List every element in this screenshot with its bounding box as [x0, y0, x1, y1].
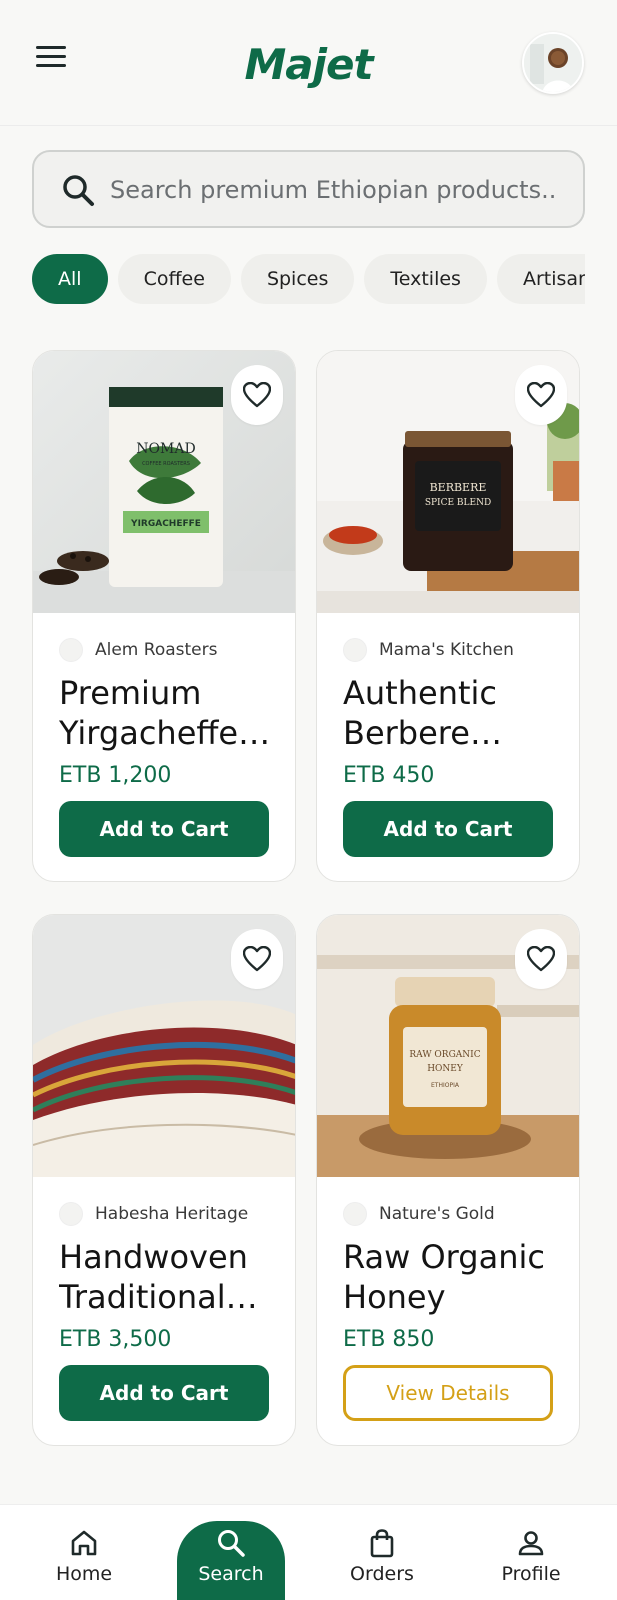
product-title[interactable]: Raw Organic Honey [343, 1237, 563, 1317]
category-chip-all[interactable]: All [32, 254, 108, 304]
nav-tab-orders[interactable]: Orders [322, 1527, 442, 1585]
nav-tab-home[interactable]: Home [24, 1527, 144, 1585]
category-chip-coffee[interactable]: Coffee [117, 254, 231, 304]
vendor-logo-icon [343, 1202, 367, 1226]
product-title-line: Berbere… [343, 714, 502, 752]
nav-label-profile: Profile [501, 1563, 561, 1585]
vendor-info: Habesha Heritage [59, 1201, 248, 1227]
product-price: ETB 850 [343, 1327, 435, 1352]
product-title-line: Yirgacheffe… [59, 714, 271, 752]
favorite-heart-icon[interactable] [231, 365, 283, 425]
vendor-info: Nature's Gold [343, 1201, 495, 1227]
category-chip-textiles[interactable]: Textiles [364, 254, 487, 304]
category-chip-artisan[interactable]: Artisan [496, 254, 585, 304]
search-bar [32, 150, 585, 228]
jar-label-line-2: HONEY [427, 1064, 464, 1074]
add-to-cart-button[interactable]: Add to Cart [59, 801, 269, 857]
product-title-line: Authentic [343, 674, 497, 712]
vendor-logo-icon [59, 1202, 83, 1226]
vendor-name: Alem Roasters [95, 640, 218, 660]
vendor-name: Mama's Kitchen [379, 640, 514, 660]
product-title-line: Premium [59, 674, 202, 712]
search-icon [218, 1530, 245, 1557]
vendor-name: Nature's Gold [379, 1204, 495, 1224]
vendor-logo-icon [343, 638, 367, 662]
category-filter-bar: All Coffee Spices Textiles Artisan [32, 254, 585, 306]
product-price: ETB 450 [343, 763, 435, 788]
package-brand-text: NOMAD [136, 441, 195, 457]
nav-label-orders: Orders [350, 1563, 414, 1585]
app-header: Majet [0, 0, 617, 126]
jar-label-line-3: ETHIOPIA [431, 1082, 460, 1089]
person-icon [518, 1531, 544, 1556]
favorite-heart-icon[interactable] [231, 929, 283, 989]
product-price: ETB 3,500 [59, 1327, 172, 1352]
nav-tab-profile[interactable]: Profile [471, 1527, 591, 1585]
add-to-cart-button[interactable]: Add to Cart [59, 1365, 269, 1421]
product-title-line: Handwoven [59, 1238, 248, 1276]
bottom-navigation: Home Search Orders Profile [0, 1504, 617, 1600]
vendor-logo-icon [59, 638, 83, 662]
nav-label-home: Home [55, 1563, 113, 1585]
vendor-name: Habesha Heritage [95, 1204, 249, 1224]
profile-avatar[interactable] [522, 32, 584, 94]
product-card[interactable]: NOMAD COFFEE ROASTERS YIRGACHEFFE Alem R… [32, 350, 296, 882]
product-card[interactable]: BERBERE SPICE BLEND Mama's Kitchen Authe… [316, 350, 580, 882]
home-icon [71, 1530, 97, 1556]
package-sub-text: COFFEE ROASTERS [142, 461, 190, 467]
search-icon [63, 175, 94, 206]
favorite-heart-icon[interactable] [515, 929, 567, 989]
product-title[interactable]: Handwoven Traditional… [59, 1237, 279, 1317]
package-origin-text: YIRGACHEFFE [130, 519, 201, 529]
favorite-heart-icon[interactable] [515, 365, 567, 425]
product-card[interactable]: RAW ORGANIC HONEY ETHIOPIA Nature's Gold… [316, 914, 580, 1446]
product-title[interactable]: Premium Yirgacheffe… [59, 673, 279, 753]
product-title-line: Honey [343, 1278, 446, 1316]
product-title-line: Raw Organic [343, 1238, 545, 1276]
search-input[interactable] [110, 170, 570, 210]
jar-label-line-1: BERBERE [430, 481, 487, 494]
shopping-bag-icon [370, 1529, 394, 1558]
vendor-info: Mama's Kitchen [343, 637, 514, 663]
nav-tab-search[interactable]: Search [171, 1527, 291, 1585]
product-title[interactable]: Authentic Berbere… [343, 673, 563, 753]
jar-label-line-2: SPICE BLEND [425, 498, 491, 508]
product-title-line: Traditional… [59, 1278, 258, 1316]
add-to-cart-button[interactable]: Add to Cart [343, 801, 553, 857]
product-card[interactable]: Habesha Heritage Handwoven Traditional… … [32, 914, 296, 1446]
category-chip-spices[interactable]: Spices [240, 254, 355, 304]
jar-label-line-1: RAW ORGANIC [409, 1050, 480, 1060]
vendor-info: Alem Roasters [59, 637, 217, 663]
view-details-button[interactable]: View Details [343, 1365, 553, 1421]
product-price: ETB 1,200 [59, 763, 172, 788]
nav-label-search: Search [198, 1563, 264, 1585]
